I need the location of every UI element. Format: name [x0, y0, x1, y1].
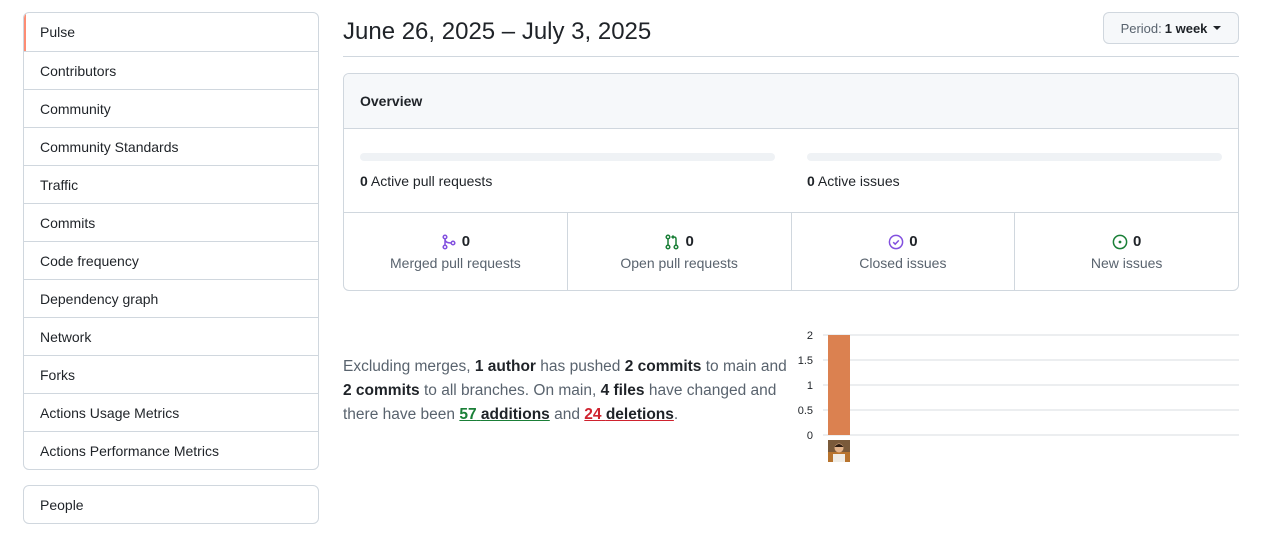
closed-issues-stat[interactable]: 0 Closed issues: [790, 213, 1015, 290]
active-pull-requests-count: 0: [360, 173, 368, 189]
issues-progress-bar: [807, 153, 1222, 161]
menu-item-people[interactable]: People: [24, 486, 318, 523]
author-avatar[interactable]: [828, 440, 850, 462]
git-pull-request-icon: [664, 233, 680, 250]
open-pull-requests-label: Open pull requests: [620, 255, 738, 271]
menu-item-code-frequency[interactable]: Code frequency: [24, 241, 318, 279]
active-issues-link[interactable]: 0 Active issues: [807, 173, 900, 189]
menu-item-actions-usage-metrics[interactable]: Actions Usage Metrics: [24, 393, 318, 431]
pull-requests-progress-bar: [360, 153, 775, 161]
summary-text: Excluding merges,: [343, 358, 475, 375]
commit-summary: Excluding merges, 1 author has pushed 2 …: [343, 355, 793, 427]
summary-text: to main and: [701, 358, 787, 375]
active-issues-text: Active issues: [817, 173, 900, 189]
menu-item-commits[interactable]: Commits: [24, 203, 318, 241]
menu-item-forks[interactable]: Forks: [24, 355, 318, 393]
new-issues-count: 0: [1132, 233, 1142, 250]
files-changed-count: 4 files: [600, 382, 645, 399]
menu-item-pulse[interactable]: Pulse: [24, 13, 318, 51]
issue-closed-icon: [888, 234, 904, 250]
activity-progress-row: 0 Active pull requests 0 Active issues: [344, 129, 1238, 213]
merged-pull-requests-stat[interactable]: 0 Merged pull requests: [344, 213, 567, 290]
summary-text: .: [673, 406, 679, 423]
overview-panel: Overview 0 Active pull requests 0 Active…: [343, 73, 1239, 291]
active-issues-count: 0: [807, 173, 815, 189]
merged-pull-requests-label: Merged pull requests: [390, 255, 521, 271]
period-select-button[interactable]: Period: 1 week: [1103, 12, 1239, 44]
summary-text: and: [549, 406, 585, 423]
caret-down-icon: [1213, 26, 1222, 30]
commits-all-count: 2 commits: [343, 382, 420, 399]
additions-word: additions: [480, 406, 550, 423]
additions-link[interactable]: 57 additions: [459, 406, 549, 423]
y-tick-label: 0: [807, 430, 813, 442]
menu-item-contributors[interactable]: Contributors: [24, 51, 318, 89]
y-tick-label: 2: [807, 330, 813, 342]
menu-item-actions-performance-metrics[interactable]: Actions Performance Metrics: [24, 431, 318, 469]
commits-by-author-chart: 2 1.5 1 0.5 0: [790, 326, 1250, 466]
summary-text: to all branches. On main,: [419, 382, 601, 399]
menu-item-network[interactable]: Network: [24, 317, 318, 355]
merged-pull-requests-count: 0: [461, 233, 471, 250]
people-menu: People: [23, 485, 319, 524]
commit-bar[interactable]: [828, 335, 850, 435]
header-divider: [343, 56, 1239, 57]
new-issues-label: New issues: [1090, 255, 1163, 271]
deletions-word: deletions: [605, 406, 674, 423]
menu-item-community[interactable]: Community: [24, 89, 318, 127]
commits-main-count: 2 commits: [624, 358, 702, 375]
date-range-title: June 26, 2025 – July 3, 2025: [343, 18, 652, 45]
new-issues-stat[interactable]: 0 New issues: [1014, 213, 1238, 290]
y-tick-label: 0.5: [798, 405, 813, 417]
open-pull-requests-count: 0: [685, 233, 694, 250]
closed-issues-count: 0: [909, 233, 918, 250]
closed-issues-label: Closed issues: [859, 255, 947, 271]
active-pull-requests-link[interactable]: 0 Active pull requests: [360, 173, 492, 189]
deletions-count: 24: [584, 406, 602, 423]
y-tick-label: 1: [807, 380, 813, 392]
deletions-link[interactable]: 24 deletions: [584, 406, 674, 423]
avatar-image: [828, 440, 850, 462]
additions-count: 57: [459, 406, 477, 423]
git-merge-icon: [441, 233, 457, 250]
insights-menu: Pulse Contributors Community Community Stan…: [23, 12, 319, 470]
y-tick-label: 1.5: [798, 355, 813, 367]
period-label: Period:: [1120, 20, 1162, 36]
issue-opened-icon: [1112, 234, 1128, 250]
overview-title: Overview: [344, 74, 1238, 129]
active-pull-requests-text: Active pull requests: [370, 173, 493, 189]
menu-item-dependency-graph[interactable]: Dependency graph: [24, 279, 318, 317]
menu-item-traffic[interactable]: Traffic: [24, 165, 318, 203]
summary-text: has pushed: [535, 358, 625, 375]
overview-stats: 0 Merged pull requests 0 Open pull reque…: [344, 213, 1238, 290]
commits-chart-svg: 2 1.5 1 0.5 0: [798, 330, 1239, 442]
open-pull-requests-stat[interactable]: 0 Open pull requests: [566, 213, 791, 290]
period-value: 1 week: [1164, 20, 1208, 36]
menu-item-community-standards[interactable]: Community Standards: [24, 127, 318, 165]
author-count: 1 author: [474, 358, 536, 375]
